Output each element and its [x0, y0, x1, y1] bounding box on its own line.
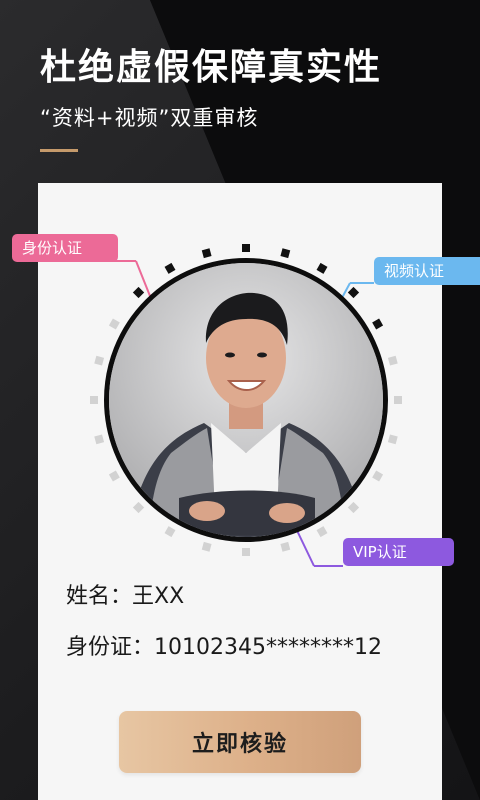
page-title: 杜绝虚假保障真实性	[40, 47, 383, 88]
video-verification-tag: 视频认证	[374, 257, 480, 285]
id-number-field: 身份证：10102345********12	[66, 635, 382, 660]
person-portrait-icon	[109, 263, 383, 537]
page-subtitle: “资料+视频”双重审核	[40, 106, 259, 130]
name-field: 姓名：王XX	[66, 584, 185, 609]
title-divider	[40, 149, 78, 152]
vip-verification-tag: VIP认证	[343, 538, 454, 566]
user-avatar	[104, 258, 388, 542]
verify-now-button[interactable]: 立即核验	[119, 711, 361, 773]
id-verification-tag: 身份认证	[12, 234, 118, 262]
